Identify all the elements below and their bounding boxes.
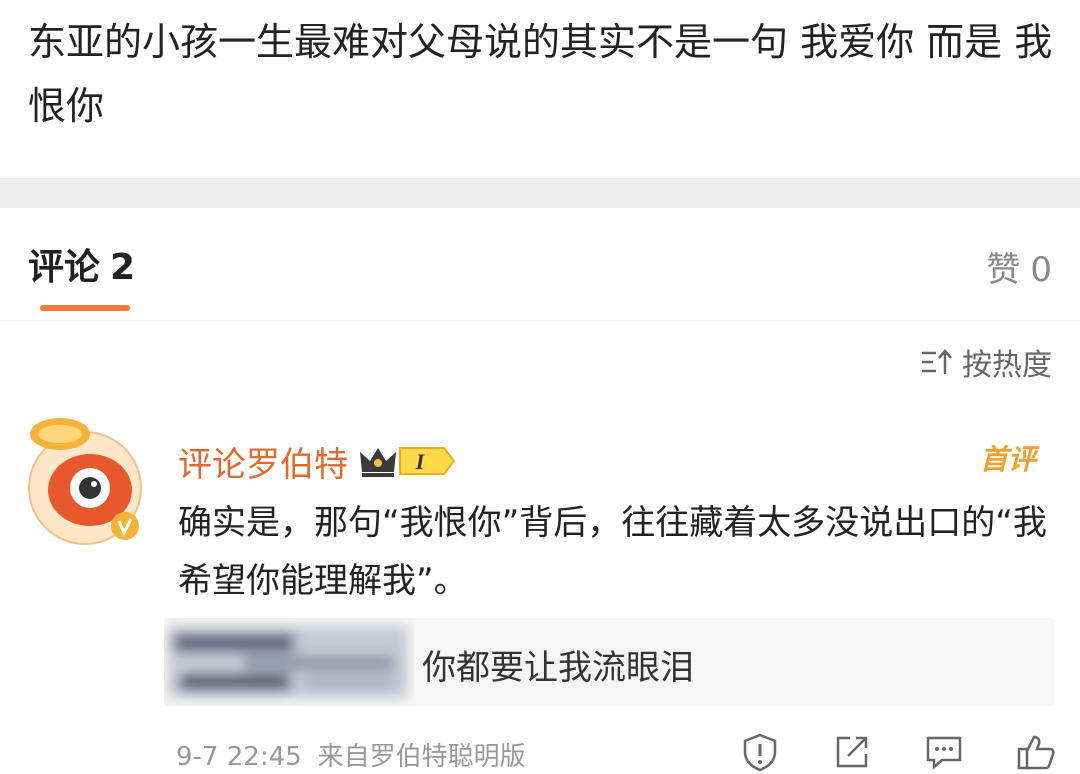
active-tab-indicator: [40, 305, 130, 311]
reply-text: 你都要让我流眼泪: [422, 648, 694, 688]
comment-username[interactable]: 评论罗伯特: [178, 437, 348, 486]
sort-button[interactable]: 按热度: [920, 340, 1052, 384]
like-icon[interactable]: [1016, 732, 1056, 772]
reply-preview[interactable]: 你都要让我流眼泪: [164, 618, 1054, 706]
first-comment-badge: 首评: [979, 443, 1036, 476]
share-icon[interactable]: [832, 732, 872, 772]
post-text: 东亚的小孩一生最难对父母说的其实不是一句 我爱你 而是 我恨你: [28, 20, 1053, 128]
comment-time: 9-7 22:45: [176, 742, 302, 772]
comment-tabs-bar: 评论 2 赞0: [0, 208, 1080, 321]
tab-comments[interactable]: 评论 2: [28, 238, 135, 290]
crown-icon: [360, 448, 396, 477]
comment-source: 来自罗伯特聪明版: [317, 742, 526, 772]
tab-likes-count: 0: [1030, 250, 1052, 290]
level-badge-text: I: [415, 449, 426, 474]
tab-likes-label: 赞: [986, 250, 1021, 290]
sort-icon: [922, 349, 952, 374]
comment-item: 评论罗伯特 I 首评 确实是，那句“我恨你”背后，往往藏着太多没说出口的“我希望…: [178, 436, 1058, 610]
avatar[interactable]: [20, 408, 150, 548]
section-divider: [0, 178, 1080, 208]
sort-label: 按热度: [962, 348, 1052, 383]
reply-icon[interactable]: [924, 732, 964, 772]
comment-text: 确实是，那句“我恨你”背后，往往藏着太多没说出口的“我希望你能理解我”。: [178, 503, 1047, 601]
tab-comments-count: 2: [110, 247, 136, 288]
blurred-username: [168, 626, 408, 698]
comment-footer: 9-7 22:45 来自罗伯特聪明版: [176, 733, 1056, 774]
tab-likes[interactable]: 赞0: [986, 242, 1052, 291]
level-badge: I: [399, 447, 456, 475]
vip-badge[interactable]: I: [358, 444, 456, 478]
report-icon[interactable]: [740, 732, 780, 772]
tab-comments-label: 评论: [28, 247, 101, 288]
